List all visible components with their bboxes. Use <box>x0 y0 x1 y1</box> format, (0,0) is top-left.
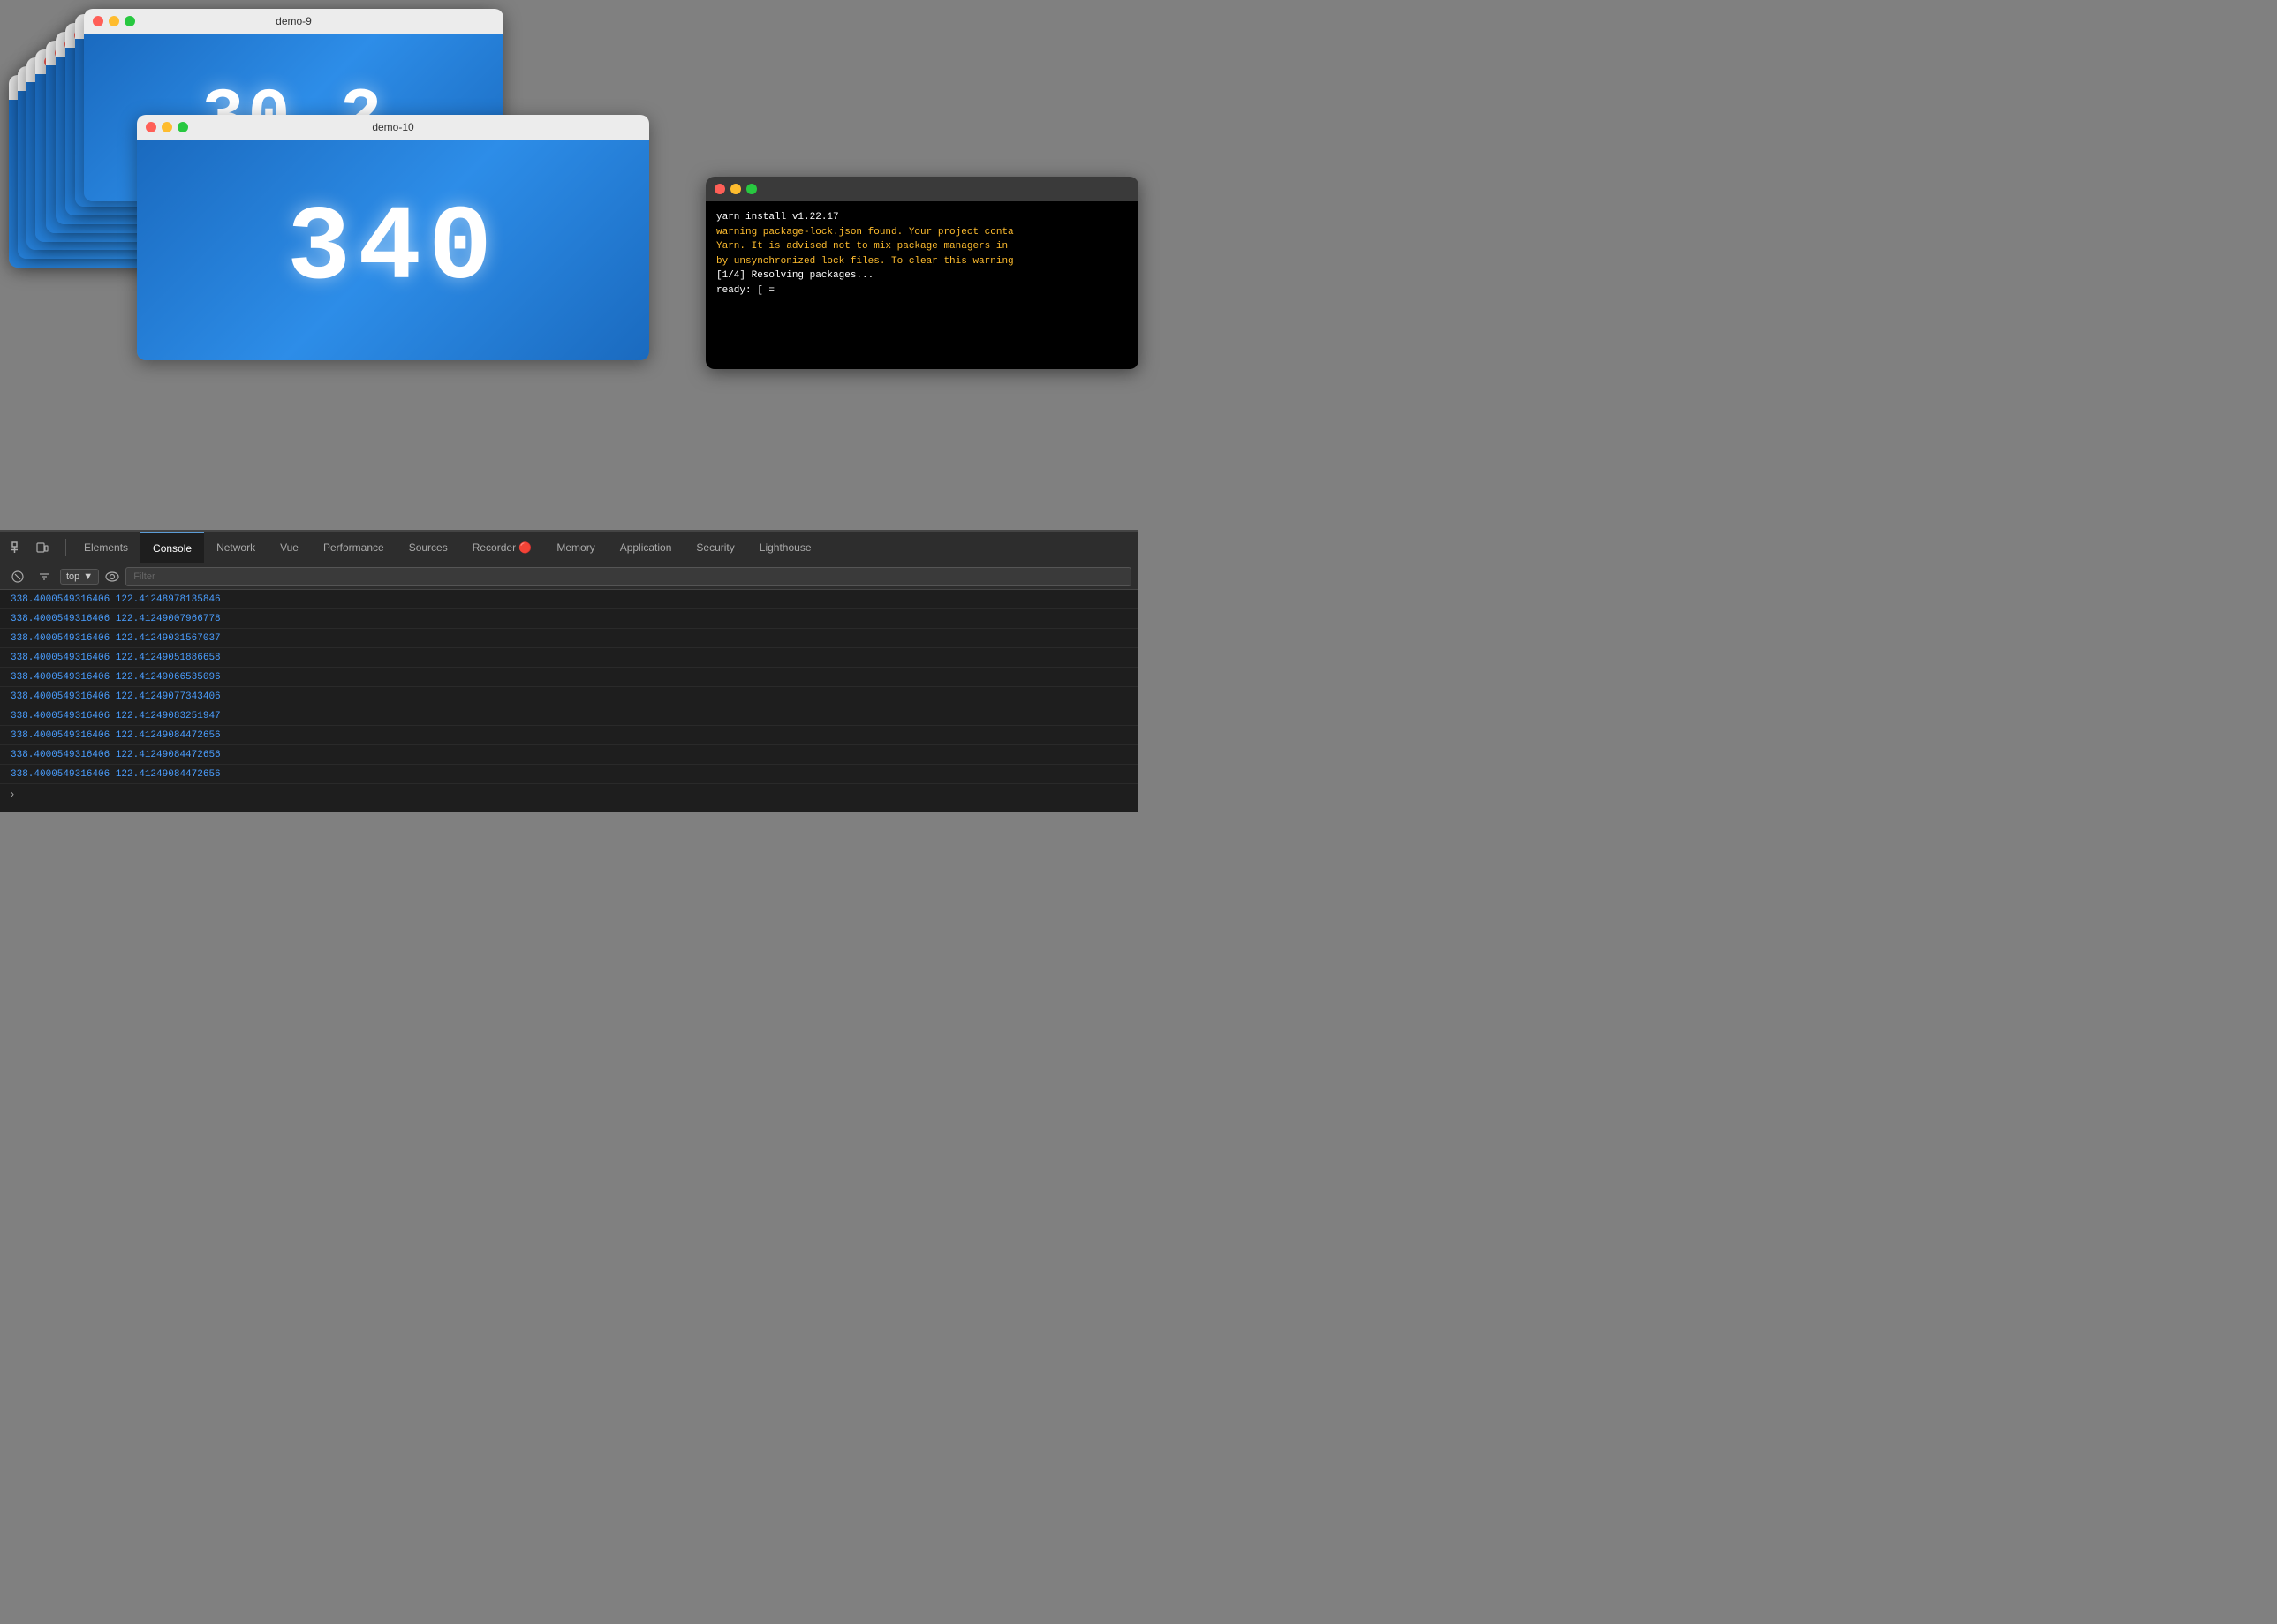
console-cell-col1: 338.4000549316406 <box>11 711 110 721</box>
terminal-maximize-dot <box>746 184 757 194</box>
console-cell-col1: 338.4000549316406 <box>11 672 110 683</box>
titlebar-9: demo-9 <box>84 9 503 34</box>
device-toolbar-icon[interactable] <box>32 537 53 558</box>
tab-elements[interactable]: Elements <box>72 532 140 563</box>
window-title-10: demo-10 <box>372 121 413 133</box>
tab-security[interactable]: Security <box>684 532 746 563</box>
traffic-green <box>178 122 188 132</box>
demo-windows-container: demo-1 30.2 demo-2 30.2 demo-3 30.2 <box>0 9 671 353</box>
console-context-selector[interactable]: top ▼ <box>60 569 99 585</box>
terminal-line-6: ready: [ = <box>716 283 1128 298</box>
console-cell-col2: 122.41249031567037 <box>116 633 221 644</box>
traffic-red <box>93 16 103 26</box>
terminal-body: yarn install v1.22.17 warning package-lo… <box>706 201 1138 369</box>
console-row-3: 338.4000549316406 122.41249051886658 <box>0 648 1138 668</box>
tab-console[interactable]: Console <box>140 532 204 563</box>
window-title-9: demo-9 <box>276 15 312 27</box>
tab-lighthouse[interactable]: Lighthouse <box>747 532 824 563</box>
demo-body-10: 340 <box>137 140 649 360</box>
console-cell-col2: 122.41249007966778 <box>116 614 221 624</box>
console-row-9: 338.4000549316406 122.41249084472656 <box>0 765 1138 784</box>
console-cell-col2: 122.41249084472656 <box>116 730 221 741</box>
context-label: top <box>66 571 79 582</box>
tab-memory[interactable]: Memory <box>544 532 607 563</box>
terminal-line-1: yarn install v1.22.17 <box>716 210 1128 225</box>
chevron-down-icon: ▼ <box>83 571 93 582</box>
console-row-0: 338.4000549316406 122.41248978135846 <box>0 590 1138 609</box>
console-cell-col1: 338.4000549316406 <box>11 633 110 644</box>
terminal-titlebar <box>706 177 1138 201</box>
terminal-line-3: Yarn. It is advised not to mix package m… <box>716 239 1128 254</box>
eye-icon[interactable] <box>104 569 120 585</box>
terminal-window[interactable]: yarn install v1.22.17 warning package-lo… <box>706 177 1138 369</box>
clear-console-icon[interactable] <box>7 566 28 587</box>
devtools-icon-group <box>0 537 60 558</box>
console-cell-col1: 338.4000549316406 <box>11 750 110 760</box>
console-row-2: 338.4000549316406 122.41249031567037 <box>0 629 1138 648</box>
terminal-close-dot <box>715 184 725 194</box>
terminal-line-2: warning package-lock.json found. Your pr… <box>716 225 1128 240</box>
console-cell-col1: 338.4000549316406 <box>11 594 110 605</box>
console-cell-col2: 122.41249051886658 <box>116 653 221 663</box>
console-cell-col2: 122.41249084472656 <box>116 769 221 780</box>
console-row-8: 338.4000549316406 122.41249084472656 <box>0 745 1138 765</box>
console-cell-col1: 338.4000549316406 <box>11 653 110 663</box>
console-toolbar: top ▼ <box>0 563 1138 590</box>
filter-icon[interactable] <box>34 566 55 587</box>
tab-performance[interactable]: Performance <box>311 532 397 563</box>
terminal-minimize-dot <box>730 184 741 194</box>
console-cell-col1: 338.4000549316406 <box>11 691 110 702</box>
traffic-green <box>125 16 135 26</box>
tab-network[interactable]: Network <box>204 532 268 563</box>
console-cell-col2: 122.41249066535096 <box>116 672 221 683</box>
titlebar-10: demo-10 <box>137 115 649 140</box>
console-prompt-row: › <box>0 784 1138 804</box>
console-cell-col2: 122.41249077343406 <box>116 691 221 702</box>
digital-display-10: 340 <box>287 190 499 310</box>
console-row-5: 338.4000549316406 122.41249077343406 <box>0 687 1138 706</box>
devtools-tabs-toolbar: Elements Console Network Vue Performance… <box>0 532 1138 563</box>
filter-input[interactable] <box>125 567 1131 586</box>
terminal-line-5: [1/4] Resolving packages... <box>716 268 1128 283</box>
traffic-red <box>146 122 156 132</box>
tab-application[interactable]: Application <box>608 532 685 563</box>
console-row-1: 338.4000549316406 122.41249007966778 <box>0 609 1138 629</box>
demo-window-10[interactable]: demo-10 340 <box>137 115 649 360</box>
console-cell-col2: 122.41248978135846 <box>116 594 221 605</box>
console-row-4: 338.4000549316406 122.41249066535096 <box>0 668 1138 687</box>
tab-recorder[interactable]: Recorder 🔴 <box>460 532 545 563</box>
tab-vue[interactable]: Vue <box>268 532 311 563</box>
tab-sources[interactable]: Sources <box>397 532 460 563</box>
console-row-7: 338.4000549316406 122.41249084472656 <box>0 726 1138 745</box>
console-cell-col1: 338.4000549316406 <box>11 769 110 780</box>
console-row-6: 338.4000549316406 122.41249083251947 <box>0 706 1138 726</box>
terminal-line-4: by unsynchronized lock files. To clear t… <box>716 254 1128 269</box>
traffic-orange <box>109 16 119 26</box>
devtools-panel: Elements Console Network Vue Performance… <box>0 530 1138 812</box>
traffic-orange <box>162 122 172 132</box>
console-cell-col2: 122.41249084472656 <box>116 750 221 760</box>
inspect-element-icon[interactable] <box>7 537 28 558</box>
toolbar-separator <box>65 539 66 556</box>
prompt-arrow-icon: › <box>11 788 14 800</box>
console-cell-col2: 122.41249083251947 <box>116 711 221 721</box>
console-cell-col1: 338.4000549316406 <box>11 730 110 741</box>
console-cell-col1: 338.4000549316406 <box>11 614 110 624</box>
console-output: 338.4000549316406 122.41248978135846 338… <box>0 590 1138 812</box>
